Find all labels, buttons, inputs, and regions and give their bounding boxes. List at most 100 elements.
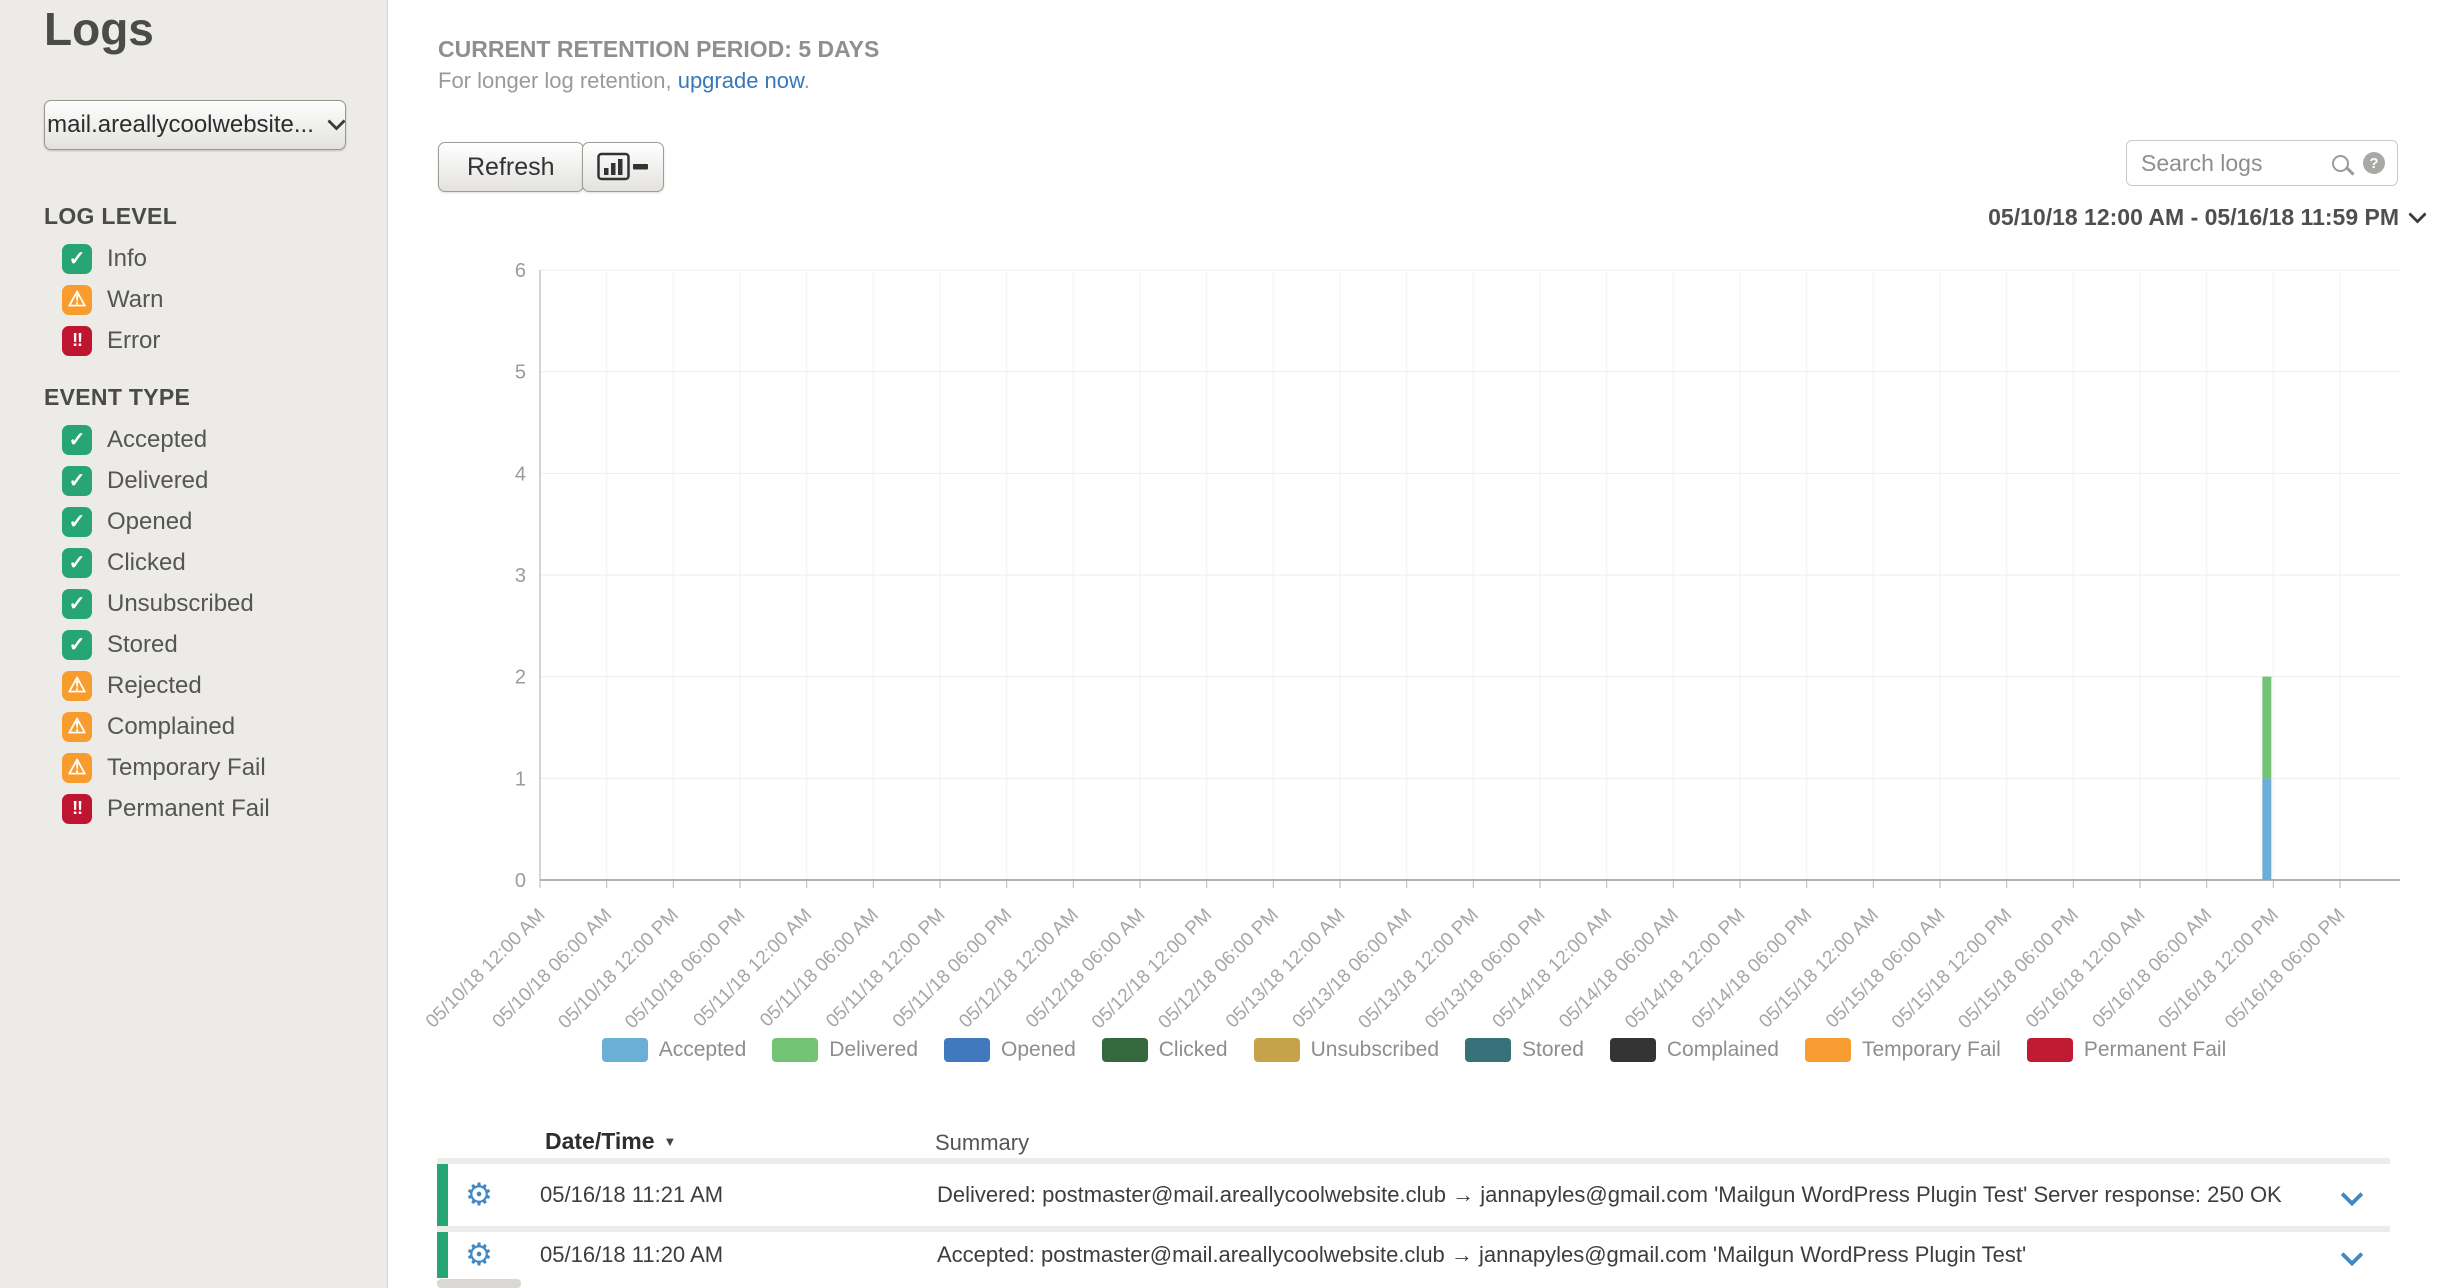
filter-label: Accepted	[107, 426, 207, 454]
y-axis-tick-label: 1	[515, 768, 526, 790]
chart-toggle-button[interactable]	[582, 142, 664, 192]
legend-label: Permanent Fail	[2084, 1038, 2226, 1062]
x-axis-tick-label: 05/16/18 06:00 PM	[2221, 905, 2349, 1033]
filter-info[interactable]: ✓Info	[62, 238, 163, 279]
x-axis-tick-label: 05/10/18 06:00 PM	[621, 905, 749, 1033]
legend-swatch	[1254, 1038, 1300, 1062]
upgrade-now-link[interactable]: upgrade now	[678, 68, 804, 93]
bar-segment-accepted	[2262, 778, 2271, 880]
filter-opened[interactable]: ✓Opened	[62, 501, 270, 542]
expand-row-chevron-icon[interactable]	[2341, 1184, 2364, 1207]
warning-icon: ⚠	[62, 753, 92, 783]
legend-swatch	[1102, 1038, 1148, 1062]
date-range-label: 05/10/18 12:00 AM - 05/16/18 11:59 PM	[1988, 204, 2399, 231]
filter-label: Rejected	[107, 672, 202, 700]
page-title: Logs	[44, 2, 154, 56]
legend-swatch	[1465, 1038, 1511, 1062]
checkbox-checked-icon: ✓	[62, 589, 92, 619]
date-range-picker[interactable]: 05/10/18 12:00 AM - 05/16/18 11:59 PM	[1988, 204, 2424, 231]
x-axis-tick-label: 05/13/18 12:00 AM	[1222, 905, 1350, 1033]
filter-rejected[interactable]: ⚠Rejected	[62, 665, 270, 706]
legend-swatch	[602, 1038, 648, 1062]
x-axis-tick-label: 05/16/18 12:00 PM	[2154, 905, 2282, 1033]
filter-delivered[interactable]: ✓Delivered	[62, 460, 270, 501]
gear-icon[interactable]: ⚙	[460, 1237, 498, 1273]
filter-unsubscribed[interactable]: ✓Unsubscribed	[62, 583, 270, 624]
x-axis-tick-label: 05/14/18 12:00 AM	[1489, 905, 1617, 1033]
search-input[interactable]	[2141, 150, 2332, 177]
checkbox-checked-icon: ✓	[62, 548, 92, 578]
event-type-list: ✓Accepted✓Delivered✓Opened✓Clicked✓Unsub…	[62, 419, 270, 829]
bar-segment-delivered	[2262, 677, 2271, 779]
y-axis-tick-label: 5	[515, 362, 526, 384]
x-axis-tick-label: 05/11/18 06:00 AM	[756, 905, 883, 1032]
chart-legend: AcceptedDeliveredOpenedClickedUnsubscrib…	[388, 1038, 2440, 1062]
search-box: ?	[2126, 140, 2398, 186]
y-axis-tick-label: 4	[515, 463, 526, 485]
column-header-datetime[interactable]: Date/Time ▼	[545, 1128, 676, 1155]
filter-accepted[interactable]: ✓Accepted	[62, 419, 270, 460]
legend-swatch	[1610, 1038, 1656, 1062]
y-axis-tick-label: 0	[515, 870, 526, 892]
horizontal-scrollbar-thumb[interactable]	[437, 1279, 521, 1288]
filter-label: Info	[107, 245, 147, 273]
x-axis-tick-label: 05/12/18 12:00 AM	[955, 905, 1083, 1033]
legend-swatch	[944, 1038, 990, 1062]
x-axis-tick-label: 05/15/18 12:00 PM	[1888, 905, 2016, 1033]
help-icon[interactable]: ?	[2363, 152, 2385, 174]
x-axis-tick-label: 05/16/18 12:00 AM	[2022, 905, 2150, 1033]
filter-clicked[interactable]: ✓Clicked	[62, 542, 270, 583]
legend-label: Stored	[1522, 1038, 1584, 1062]
filter-stored[interactable]: ✓Stored	[62, 624, 270, 665]
filter-label: Temporary Fail	[107, 754, 266, 782]
x-axis-tick-label: 05/12/18 06:00 PM	[1154, 905, 1282, 1033]
legend-item-delivered: Delivered	[772, 1038, 918, 1062]
checkbox-checked-icon: ✓	[62, 630, 92, 660]
legend-item-unsubscribed: Unsubscribed	[1254, 1038, 1439, 1062]
expand-row-chevron-icon[interactable]	[2341, 1244, 2364, 1267]
x-axis-tick-label: 05/13/18 06:00 PM	[1421, 905, 1549, 1033]
x-axis-tick-label: 05/12/18 12:00 PM	[1088, 905, 1216, 1033]
x-axis-tick-label: 05/13/18 12:00 PM	[1354, 905, 1482, 1033]
legend-swatch	[772, 1038, 818, 1062]
x-axis-tick-label: 05/16/18 06:00 AM	[2089, 905, 2217, 1033]
legend-label: Accepted	[659, 1038, 747, 1062]
refresh-button-label: Refresh	[467, 153, 555, 182]
x-axis-tick-label: 05/15/18 06:00 PM	[1954, 905, 2082, 1033]
filter-temporary-fail[interactable]: ⚠ Temporary Fail	[62, 747, 270, 788]
log-row[interactable]: ⚙05/16/18 11:20 AMAccepted: postmaster@m…	[437, 1232, 2390, 1278]
domain-selector[interactable]: mail.areallycoolwebsite...	[44, 100, 346, 150]
table-divider	[437, 1226, 2390, 1232]
column-header-summary: Summary	[935, 1130, 1029, 1156]
x-axis-tick-label: 05/13/18 06:00 AM	[1289, 905, 1417, 1033]
legend-label: Clicked	[1159, 1038, 1228, 1062]
retention-heading: CURRENT RETENTION PERIOD: 5 DAYS	[438, 36, 879, 63]
legend-label: Delivered	[829, 1038, 918, 1062]
filter-complained[interactable]: ⚠Complained	[62, 706, 270, 747]
log-level-heading: LOG LEVEL	[44, 203, 177, 230]
filter-error[interactable]: ‼Error	[62, 320, 163, 361]
x-axis-tick-label: 05/10/18 06:00 AM	[489, 905, 617, 1033]
log-row[interactable]: ⚙05/16/18 11:21 AMDelivered: postmaster@…	[437, 1164, 2390, 1226]
retention-note: For longer log retention, upgrade now.	[438, 68, 810, 94]
x-axis-tick-label: 05/10/18 12:00 PM	[554, 905, 682, 1033]
x-axis-tick-label: 05/14/18 06:00 AM	[1555, 905, 1683, 1033]
x-axis-tick-label: 05/11/18 12:00 AM	[690, 905, 817, 1032]
filter-permanent-fail[interactable]: ‼Permanent Fail	[62, 788, 270, 829]
logs-page: Logs mail.areallycoolwebsite... LOG LEVE…	[0, 0, 2440, 1288]
chevron-down-icon	[327, 112, 345, 130]
legend-item-temporary-fail: Temporary Fail	[1805, 1038, 2001, 1062]
legend-label: Complained	[1667, 1038, 1779, 1062]
sidebar: Logs mail.areallycoolwebsite... LOG LEVE…	[0, 0, 388, 1288]
x-axis-tick-label: 05/11/18 12:00 PM	[822, 905, 949, 1032]
error-icon: ‼	[62, 326, 92, 356]
x-axis-tick-label: 05/11/18 06:00 PM	[889, 905, 1016, 1032]
filter-warn[interactable]: ⚠Warn	[62, 279, 163, 320]
gear-icon[interactable]: ⚙	[460, 1177, 498, 1213]
warning-icon: ⚠	[62, 712, 92, 742]
sort-desc-icon: ▼	[664, 1134, 677, 1149]
legend-item-stored: Stored	[1465, 1038, 1584, 1062]
refresh-button[interactable]: Refresh	[438, 142, 584, 192]
legend-item-clicked: Clicked	[1102, 1038, 1228, 1062]
search-icon[interactable]	[2332, 155, 2349, 172]
